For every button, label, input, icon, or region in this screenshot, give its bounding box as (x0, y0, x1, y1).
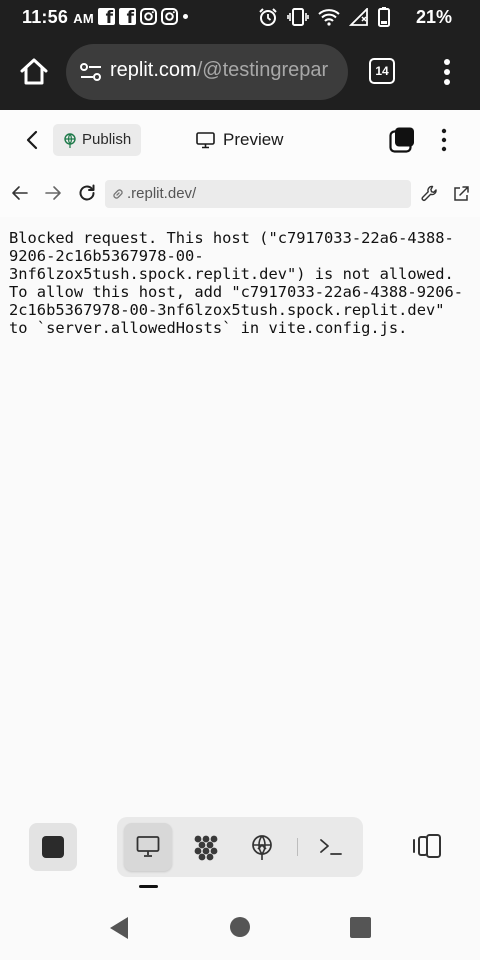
error-line: 3nf6lzox5tush.spock.replit.dev") is not … (9, 265, 454, 283)
error-line: 9206-2c16b5367978-00- (9, 247, 204, 265)
battery-percent: 21% (415, 7, 452, 27)
facebook-icon (98, 8, 115, 28)
url-domain: replit.com (110, 59, 197, 81)
instagram-icon (161, 8, 178, 25)
webview-address-text: .replit.dev/ (127, 185, 197, 202)
instagram-icon (140, 8, 157, 25)
browser-bar: replit.com/@testingrepar 14 (0, 34, 480, 110)
stop-button[interactable] (29, 823, 77, 871)
url-text[interactable]: replit.com/@testingrepar (110, 59, 342, 82)
home-button[interactable] (18, 56, 50, 88)
error-line: to `server.allowedHosts` in vite.config.… (9, 319, 408, 337)
vibrate-icon (287, 8, 309, 26)
open-external-icon[interactable] (452, 185, 470, 203)
bottom-dock (117, 817, 363, 877)
error-line: Blocked request. This host ("c7917033-22… (9, 229, 454, 247)
android-home-icon[interactable] (230, 917, 250, 937)
dock-preview-button[interactable] (124, 823, 172, 871)
publish-label: Publish (82, 131, 132, 148)
facebook-icon (119, 8, 136, 28)
notification-icons (98, 8, 188, 28)
publish-globe-icon (64, 133, 76, 148)
webview-address-bar[interactable]: .replit.dev/ (105, 180, 411, 208)
globe-deploy-icon (252, 835, 272, 860)
reload-icon[interactable] (77, 183, 97, 203)
devtools-wrench-icon[interactable] (421, 185, 439, 203)
webview-toolbar: .replit.dev/ (0, 171, 480, 217)
tab-switcher-button[interactable]: 14 (369, 58, 395, 84)
monitor-icon (136, 836, 160, 857)
workspace-icon (194, 835, 218, 861)
dot-icon (183, 14, 188, 19)
signal-icon (349, 8, 368, 26)
system-icons (258, 7, 390, 27)
link-icon (113, 189, 123, 199)
nav-forward-arrow-icon[interactable] (44, 184, 62, 202)
dock-workspace-button[interactable] (181, 823, 229, 871)
battery-icon (378, 7, 390, 27)
status-bar: 11:56 AM 21% (0, 0, 480, 34)
time-text: 11:56 (22, 7, 69, 27)
android-back-icon[interactable] (108, 916, 130, 940)
error-line: 2c16b5367978-00-3nf6lzox5tush.spock.repl… (9, 301, 445, 319)
dock-divider (297, 838, 298, 856)
dock-deploy-button[interactable] (238, 823, 286, 871)
status-time: 11:56 AM (22, 7, 94, 28)
app-header: Publish Preview (0, 110, 480, 172)
stop-icon (42, 836, 64, 858)
browser-menu-icon[interactable] (441, 58, 453, 86)
terminal-icon (320, 839, 342, 855)
home-icon (20, 58, 48, 85)
publish-button[interactable]: Publish (53, 124, 141, 156)
preview-title-text: Preview (223, 130, 284, 149)
alarm-icon (259, 8, 277, 26)
error-line: To allow this host, add "c7917033-22a6-4… (9, 283, 464, 301)
wifi-icon (318, 9, 340, 26)
monitor-icon (196, 132, 215, 149)
url-path: /@testingrepar (196, 59, 329, 81)
ampm-text: AM (73, 11, 94, 26)
active-tab-indicator (139, 885, 158, 888)
dock-terminal-button[interactable] (307, 823, 355, 871)
android-recents-icon[interactable] (350, 917, 371, 938)
split-view-icon[interactable] (411, 832, 443, 860)
app-menu-icon[interactable] (439, 128, 449, 152)
nav-back-arrow-icon[interactable] (11, 184, 29, 202)
error-message: Blocked request. This host ("c7917033-22… (9, 229, 474, 337)
url-bar[interactable]: replit.com/@testingrepar (66, 44, 348, 100)
tabs-layers-icon[interactable] (389, 127, 415, 153)
site-settings-icon[interactable] (80, 63, 102, 81)
back-arrow-icon[interactable] (22, 130, 42, 150)
